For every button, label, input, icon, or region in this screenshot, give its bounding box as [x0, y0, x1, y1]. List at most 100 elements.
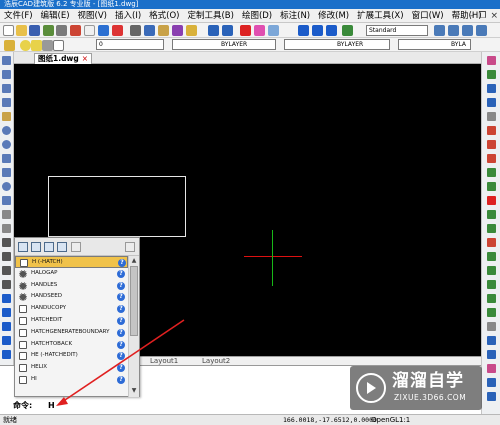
mirror-icon[interactable] [487, 84, 496, 93]
break-at-point-icon[interactable] [487, 210, 496, 219]
menu-insert[interactable]: 插入(I) [111, 9, 145, 23]
trim-icon[interactable] [487, 182, 496, 191]
rectangle-icon[interactable] [2, 112, 11, 121]
scroll-up-icon[interactable]: ▲ [130, 257, 138, 265]
settings-view-icon[interactable] [57, 242, 67, 252]
close-tab-icon[interactable]: × [82, 54, 88, 63]
document-tab[interactable]: 图纸1.dwg × [34, 53, 93, 64]
scroll-thumb[interactable] [130, 266, 138, 336]
cut-icon[interactable] [130, 25, 141, 36]
polygon-icon[interactable] [2, 98, 11, 107]
copy-tool-icon[interactable] [487, 70, 496, 79]
autocomplete-item[interactable]: HALOGAP? [15, 268, 128, 280]
help-icon[interactable]: ? [117, 340, 125, 349]
open-folder-icon[interactable] [16, 25, 27, 36]
help-icon[interactable]: ? [117, 352, 125, 361]
insert-block-icon[interactable] [2, 210, 11, 219]
layout-tab-1[interactable]: Layout1 [150, 357, 178, 365]
stretch-icon[interactable] [487, 168, 496, 177]
fillet-icon[interactable] [487, 266, 496, 275]
autocomplete-item[interactable]: HATCHTOBACK? [15, 339, 128, 351]
multileader-style-icon[interactable] [462, 25, 473, 36]
print-icon[interactable] [43, 25, 54, 36]
move-icon[interactable] [487, 126, 496, 135]
autocomplete-item[interactable]: HANDUCOPY? [15, 303, 128, 315]
help-icon[interactable]: ? [117, 364, 125, 373]
menu-window[interactable]: 窗口(W) [408, 9, 448, 23]
brush-icon[interactable] [186, 25, 197, 36]
revision-cloud-icon[interactable] [2, 154, 11, 163]
break-icon[interactable] [487, 224, 496, 233]
line-icon[interactable] [2, 56, 11, 65]
autocomplete-item[interactable]: H (-HATCH)? [15, 256, 128, 268]
table-icon[interactable] [2, 294, 11, 303]
multiline-text-icon[interactable] [312, 25, 323, 36]
align-icon[interactable] [487, 308, 496, 317]
construction-line-icon[interactable] [2, 70, 11, 79]
dim-style-icon[interactable] [434, 25, 445, 36]
help-icon[interactable]: ? [117, 293, 125, 302]
erase-tool-icon[interactable] [487, 56, 496, 65]
plot-icon[interactable] [84, 25, 95, 36]
chamfer-icon[interactable] [487, 252, 496, 261]
text-style-select[interactable]: Standard [366, 25, 428, 36]
area-icon[interactable] [487, 392, 496, 401]
layer-select[interactable]: 0 [96, 39, 164, 50]
redo-icon[interactable] [222, 25, 233, 36]
circle-icon[interactable] [2, 140, 11, 149]
table-style-icon[interactable] [448, 25, 459, 36]
menu-draw[interactable]: 绘图(D) [238, 9, 276, 23]
publish-icon[interactable] [70, 25, 81, 36]
rectangle-entity[interactable] [48, 176, 186, 237]
zoom-icon[interactable] [268, 25, 279, 36]
light-bulb-icon[interactable] [20, 40, 31, 51]
point-icon[interactable] [2, 238, 11, 247]
menu-edit[interactable]: 编辑(E) [37, 9, 74, 23]
make-block-icon[interactable] [2, 224, 11, 233]
scale-icon[interactable] [487, 154, 496, 163]
help-icon[interactable]: ? [117, 281, 125, 290]
hatch-icon[interactable] [2, 252, 11, 261]
annotation-scale[interactable]: 1:1 [399, 415, 410, 425]
explode-icon[interactable] [487, 280, 496, 289]
erase-icon[interactable] [240, 25, 251, 36]
menu-dimension[interactable]: 标注(N) [276, 9, 314, 23]
match-icon[interactable] [487, 350, 496, 359]
match-properties-icon[interactable] [172, 25, 183, 36]
text-edit-icon[interactable] [326, 25, 337, 36]
copy-icon[interactable] [144, 25, 155, 36]
save-icon[interactable] [29, 25, 40, 36]
pan-icon[interactable] [254, 25, 265, 36]
properties-icon[interactable] [487, 336, 496, 345]
text-find-icon[interactable] [342, 25, 353, 36]
sun-icon[interactable] [31, 40, 42, 51]
user-icon[interactable] [125, 242, 135, 252]
lineweight-select[interactable]: BYLA [398, 39, 471, 50]
array-icon[interactable] [487, 112, 496, 121]
autocomplete-item[interactable]: HANDSEED? [15, 291, 128, 303]
autocomplete-item[interactable]: HANDLES? [15, 280, 128, 292]
polyline-icon[interactable] [2, 84, 11, 93]
text-style-icon[interactable] [298, 25, 309, 36]
autocomplete-item[interactable]: HELIX? [15, 362, 128, 374]
command-input[interactable]: H [48, 400, 60, 411]
info-icon[interactable] [71, 242, 81, 252]
help-icon[interactable]: ? [117, 316, 125, 325]
autocomplete-item[interactable]: HATCHGENERATEBOUNDARY? [15, 327, 128, 339]
renderer-label[interactable]: OpenGL [371, 415, 399, 425]
help-icon[interactable]: ? [117, 375, 125, 384]
command-view-icon[interactable] [31, 242, 41, 252]
join-icon[interactable] [487, 238, 496, 247]
extend-icon[interactable] [487, 196, 496, 205]
layout-tab-2[interactable]: Layout2 [202, 357, 230, 365]
autocomplete-scrollbar[interactable]: ▲ ▼ [128, 256, 139, 397]
wipeout-icon[interactable] [2, 350, 11, 359]
divide-icon[interactable] [487, 322, 496, 331]
add-selected-icon[interactable] [2, 322, 11, 331]
linetype-select[interactable]: BYLAYER [284, 39, 390, 50]
ellipse-arc-icon[interactable] [2, 196, 11, 205]
restore-icon[interactable]: ❐ [478, 11, 486, 21]
menu-modify[interactable]: 修改(M) [314, 9, 353, 23]
help-icon[interactable]: ? [117, 305, 125, 314]
minimize-icon[interactable]: – [470, 11, 475, 21]
